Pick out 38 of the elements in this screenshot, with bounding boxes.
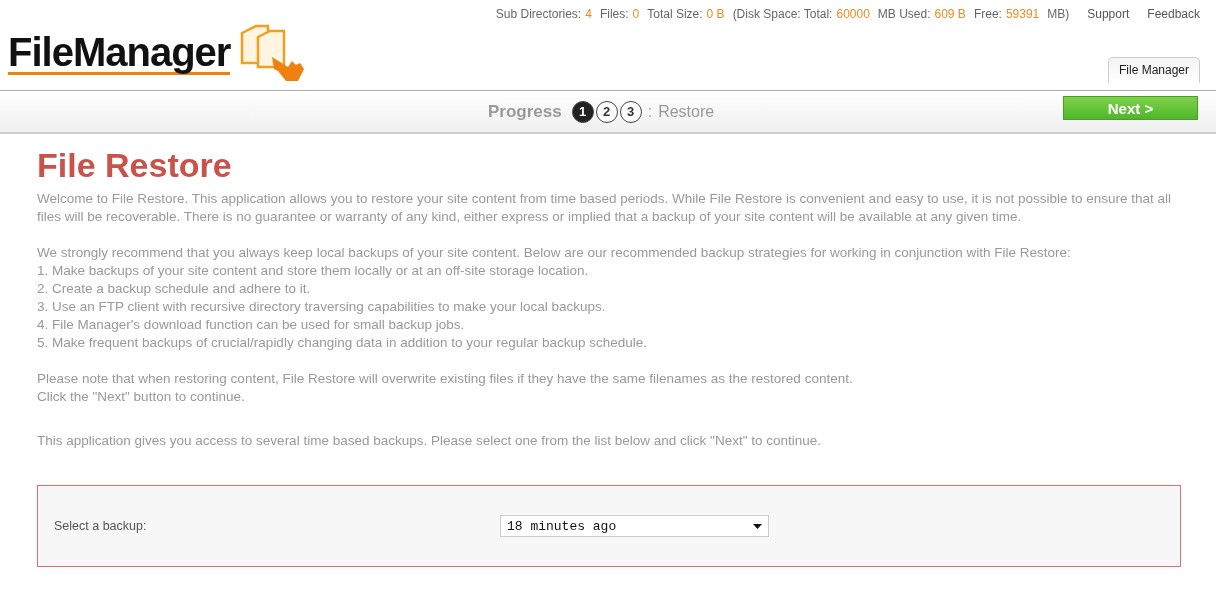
header-link[interactable]: Feedback: [1147, 7, 1200, 21]
stat-label: MB Used:: [877, 7, 931, 21]
step-indicator: 1: [571, 100, 594, 123]
stat-value: 0: [632, 7, 640, 21]
body-text: 1. Make backups of your site content and store them locally or at an off-site storage location.: [37, 262, 590, 280]
documents-hand-icon: [238, 23, 307, 83]
header-link[interactable]: Support: [1087, 7, 1130, 21]
separator-text: :: [647, 102, 653, 121]
body-text: Please note that when restoring content, File Restore will overwrite existing files if they have the same filenames as the restored content.: [37, 370, 854, 388]
tab[interactable]: File Manager: [1107, 57, 1200, 83]
stat-label: Sub Directories:: [495, 7, 582, 21]
step-name: Restore: [658, 102, 715, 121]
body-text: Welcome to File Restore. This application allows you to restore your site content from time based periods. While File Restore is convenient and easy to use, it is not possible to ensure that all files will be recoverable. There is no guarantee or warranty of any kind, either express or implied that a backup of your site content will be available at any given time.: [37, 190, 1173, 226]
progress-label: Progress: [488, 101, 562, 122]
stat-value: 4: [585, 7, 592, 21]
body-text: We strongly recommend that you always keep local backups of your site content. Below are our recommended backup strategies for working in conjunction with File Restore:: [37, 244, 1072, 262]
stat-value: 59391: [1005, 7, 1040, 21]
instruction-text: This application gives you access to several time based backups. Please select one from the list below and click "Next" to continue.: [37, 432, 822, 450]
body-text: 2. Create a backup schedule and adhere to it.: [37, 280, 312, 298]
page-title: File Restore: [37, 146, 233, 184]
stat-label: Total Size:: [647, 7, 703, 21]
backup-dropdown[interactable]: 18 minutes ago: [500, 515, 769, 537]
body-text: Click the "Next" button to continue.: [37, 388, 246, 406]
stat-label: (Disk Space: Total:: [732, 7, 833, 21]
body-text: 5. Make frequent backups of crucial/rapidly changing data in addition to your regular backup schedule.: [37, 334, 649, 352]
stat-label: MB): [1047, 7, 1070, 21]
stat-value: 0 B: [706, 7, 725, 21]
stat-label: Free:: [973, 7, 1002, 21]
dropdown-arrow-icon: [753, 523, 762, 529]
stat-label: Files:: [599, 7, 629, 21]
logo-text: FileManager: [8, 31, 231, 75]
body-text: 4. File Manager's download function can be used for small backup jobs.: [37, 316, 466, 334]
field-label: Select a backup:: [54, 518, 148, 535]
stat-value: 609 B: [934, 7, 966, 21]
step-indicator: 2: [595, 100, 618, 123]
stat-value: 60000: [836, 7, 870, 21]
step-indicator: 3: [619, 100, 642, 123]
body-text: 3. Use an FTP client with recursive directory traversing capabilities to make your local backups.: [37, 298, 607, 316]
